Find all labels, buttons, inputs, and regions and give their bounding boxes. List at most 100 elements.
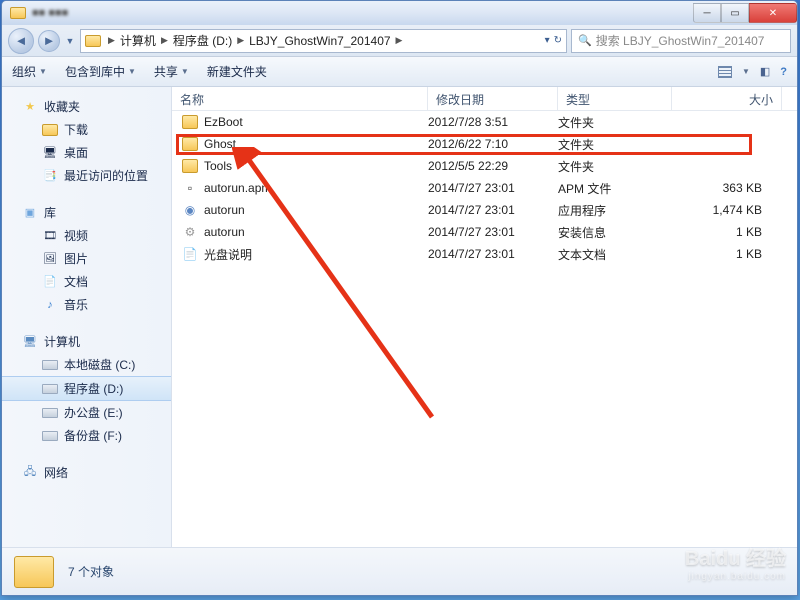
explorer-window: ■■ ■■■ ─ ▭ ✕ ◄ ► ▼ ▶ 计算机 ▶ 程序盘 (D:) ▶ LB… [1,0,798,596]
drive-icon [42,384,58,394]
sidebar-item-downloads[interactable]: 下载 [2,118,171,141]
file-date: 2012/7/28 3:51 [428,115,558,129]
file-name: 光盘说明 [204,246,252,263]
close-button[interactable]: ✕ [749,3,797,23]
file-name: Ghost [204,137,236,151]
preview-pane-icon[interactable]: ◧ [760,65,770,78]
table-row[interactable]: ◉autorun2014/7/27 23:01应用程序1,474 KB [172,199,797,221]
column-date[interactable]: 修改日期 [428,87,558,110]
file-name: autorun.apm [204,181,271,195]
back-button[interactable]: ◄ [8,28,34,54]
picture-icon: 🖼 [42,252,58,266]
sidebar-item-documents[interactable]: 📄文档 [2,270,171,293]
arrow-right-icon: ► [43,33,56,48]
network-header[interactable]: 🖧网络 [2,461,171,484]
content-area: ★收藏夹 下载 🖥桌面 📑最近访问的位置 ▣库 🎞视频 🖼图片 📄文档 ♪音乐 … [2,87,797,547]
table-row[interactable]: ⚙autorun2014/7/27 23:01安装信息1 KB [172,221,797,243]
crumb-folder[interactable]: LBJY_GhostWin7_201407 [247,34,392,48]
file-size: 363 KB [672,181,782,195]
address-bar: ◄ ► ▼ ▶ 计算机 ▶ 程序盘 (D:) ▶ LBJY_GhostWin7_… [2,25,797,57]
window-title: ■■ ■■■ [32,7,68,19]
folder-icon [182,159,198,173]
maximize-button[interactable]: ▭ [721,3,749,23]
file-type: APM 文件 [558,180,672,197]
library-icon: ▣ [22,206,38,220]
file-type: 文本文档 [558,246,672,263]
sidebar-item-drive-f[interactable]: 备份盘 (F:) [2,424,171,447]
column-name[interactable]: 名称 [172,87,428,110]
sidebar-item-pictures[interactable]: 🖼图片 [2,247,171,270]
chevron-down-icon: ▼ [39,67,47,76]
file-name: Tools [204,159,232,173]
file-size: 1,474 KB [672,203,782,217]
status-text: 7 个对象 [68,563,114,580]
libraries-header[interactable]: ▣库 [2,201,171,224]
file-type: 应用程序 [558,202,672,219]
folder-icon [182,115,198,129]
video-icon: 🎞 [42,229,58,243]
file-name: EzBoot [204,115,243,129]
table-row[interactable]: Tools 2012/5/5 22:29文件夹 [172,155,797,177]
folder-icon [10,7,26,19]
favorites-header[interactable]: ★收藏夹 [2,95,171,118]
view-options-icon[interactable] [718,66,732,78]
include-in-library-menu[interactable]: 包含到库中 ▼ [65,63,136,80]
file-date: 2012/5/5 22:29 [428,159,558,173]
chevron-right-icon[interactable]: ▶ [105,35,118,46]
sidebar-item-drive-d[interactable]: 程序盘 (D:) [2,376,171,401]
file-size: 1 KB [672,225,782,239]
chevron-right-icon[interactable]: ▶ [234,35,247,46]
file-size: 1 KB [672,247,782,261]
chevron-down-icon[interactable]: ▾ [545,35,550,46]
minimize-button[interactable]: ─ [693,3,721,23]
chevron-right-icon[interactable]: ▶ [393,35,406,46]
recent-icon: 📑 [42,169,58,183]
drive-icon [42,408,58,418]
file-date: 2014/7/27 23:01 [428,225,558,239]
file-name: autorun [204,203,245,217]
table-row[interactable]: Ghost2012/6/22 7:10文件夹 [172,133,797,155]
help-icon[interactable]: ? [780,66,787,78]
sidebar-item-videos[interactable]: 🎞视频 [2,224,171,247]
file-date: 2012/6/22 7:10 [428,137,558,151]
desktop-icon: 🖥 [42,146,58,160]
computer-header[interactable]: 🖥计算机 [2,330,171,353]
search-icon: 🔍 [578,34,592,47]
search-placeholder: 搜索 LBJY_GhostWin7_201407 [596,32,765,49]
file-date: 2014/7/27 23:01 [428,181,558,195]
titlebar[interactable]: ■■ ■■■ ─ ▭ ✕ [2,1,797,25]
chevron-down-icon[interactable]: ▼ [742,67,750,76]
chevron-right-icon[interactable]: ▶ [158,35,171,46]
table-row[interactable]: EzBoot2012/7/28 3:51文件夹 [172,111,797,133]
sidebar-item-desktop[interactable]: 🖥桌面 [2,141,171,164]
column-headers: 名称 修改日期 类型 大小 [172,87,797,111]
status-bar: 7 个对象 [2,547,797,595]
crumb-computer[interactable]: 计算机 [118,32,158,49]
sidebar-item-music[interactable]: ♪音乐 [2,293,171,316]
organize-menu[interactable]: 组织 ▼ [12,63,47,80]
network-icon: 🖧 [22,466,38,480]
column-type[interactable]: 类型 [558,87,672,110]
file-name: autorun [204,225,245,239]
folder-icon [42,124,58,136]
new-folder-button[interactable]: 新建文件夹 [207,63,267,80]
crumb-drive[interactable]: 程序盘 (D:) [171,32,234,49]
file-type: 文件夹 [558,158,672,175]
search-input[interactable]: 🔍 搜索 LBJY_GhostWin7_201407 [571,29,791,53]
refresh-icon[interactable]: ↻ [554,35,562,46]
column-size[interactable]: 大小 [672,87,782,110]
star-icon: ★ [22,100,38,114]
sidebar-item-drive-c[interactable]: 本地磁盘 (C:) [2,353,171,376]
forward-button[interactable]: ► [38,30,60,52]
file-date: 2014/7/27 23:01 [428,247,558,261]
breadcrumb[interactable]: ▶ 计算机 ▶ 程序盘 (D:) ▶ LBJY_GhostWin7_201407… [80,29,567,53]
folder-icon [85,35,101,47]
share-menu[interactable]: 共享 ▼ [154,63,189,80]
text-file-icon: 📄 [182,247,198,261]
drive-icon [42,431,58,441]
history-dropdown[interactable]: ▼ [64,36,76,46]
sidebar-item-recent[interactable]: 📑最近访问的位置 [2,164,171,187]
sidebar-item-drive-e[interactable]: 办公盘 (E:) [2,401,171,424]
table-row[interactable]: ▫autorun.apm2014/7/27 23:01APM 文件363 KB [172,177,797,199]
table-row[interactable]: 📄 光盘说明 2014/7/27 23:01文本文档1 KB [172,243,797,265]
